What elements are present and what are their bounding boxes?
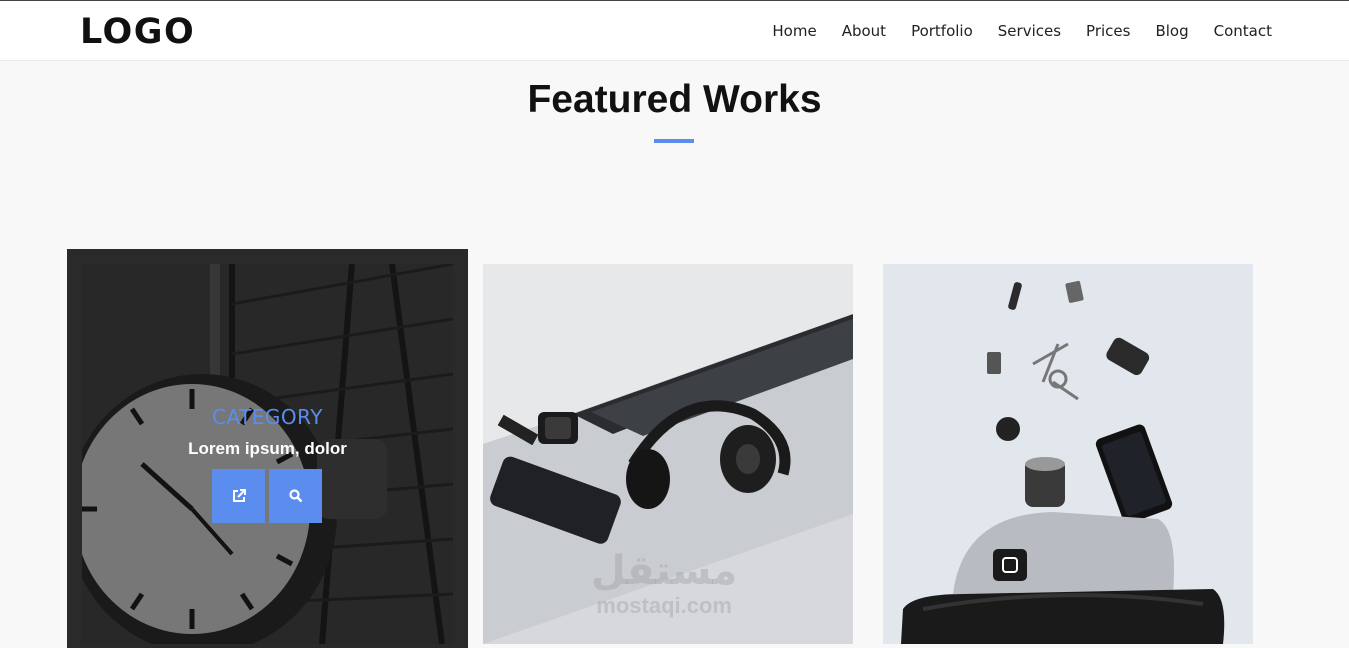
watermark-arabic: مستقل (591, 548, 738, 594)
watermark-latin: mostaqi.com (596, 593, 732, 618)
search-icon (288, 489, 302, 503)
nav-services[interactable]: Services (998, 21, 1061, 41)
mostaql-watermark: مستقل mostaqi.com (591, 549, 737, 619)
card-title: Lorem ipsum, dolor (188, 439, 347, 458)
title-underline (654, 139, 694, 143)
nav-blog[interactable]: Blog (1155, 21, 1188, 41)
section-title: Featured Works (527, 78, 822, 121)
site-logo[interactable]: LOGO (80, 15, 195, 50)
hover-overlay: CATEGORY Lorem ipsum, dolor (82, 264, 453, 644)
nav-prices[interactable]: Prices (1086, 21, 1130, 41)
portfolio-card-3[interactable] (883, 264, 1253, 644)
nav-home[interactable]: Home (772, 21, 816, 41)
card-category: CATEGORY (211, 405, 324, 429)
zoom-button[interactable] (269, 469, 322, 523)
open-link-button[interactable] (212, 469, 265, 523)
external-link-icon (232, 489, 246, 502)
portfolio-card-2[interactable]: مستقل mostaqi.com (483, 264, 853, 644)
nav-contact[interactable]: Contact (1214, 21, 1272, 41)
site-header: LOGO Home About Portfolio Services Price… (0, 1, 1349, 61)
portfolio-card-1[interactable]: CATEGORY Lorem ipsum, dolor (82, 264, 453, 644)
bag-keys-phone-camera-photo (883, 264, 1253, 644)
main-nav: Home About Portfolio Services Prices Blo… (772, 21, 1272, 41)
nav-portfolio[interactable]: Portfolio (911, 21, 973, 41)
nav-about[interactable]: About (842, 21, 886, 41)
